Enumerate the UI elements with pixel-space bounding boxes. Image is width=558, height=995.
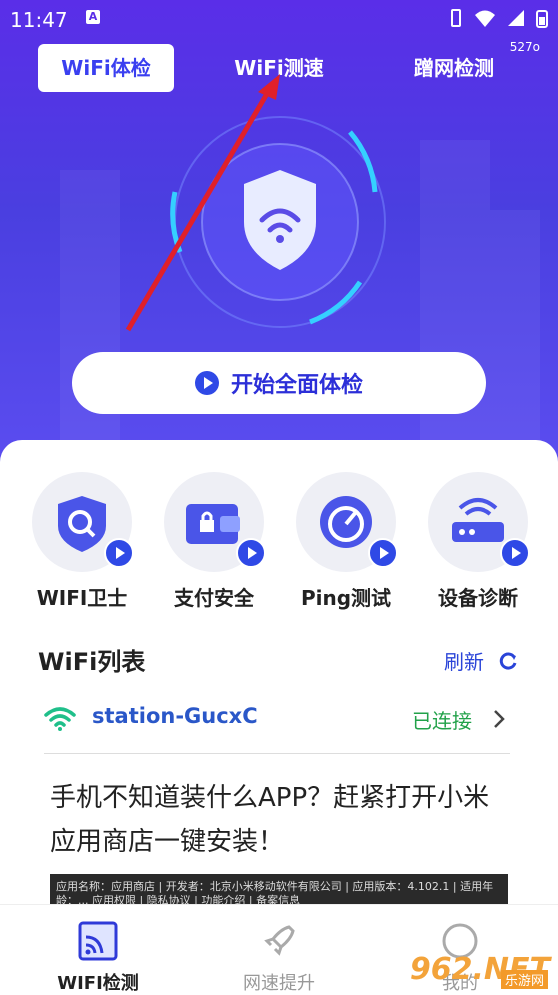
feature-icon-circle (296, 472, 398, 572)
feature-icon-circle (32, 472, 134, 572)
feature-device-diagnose[interactable]: 设备诊断 (418, 472, 538, 611)
wifi-screen-icon (78, 921, 118, 961)
rocket-icon (264, 925, 295, 956)
refresh-label: 刷新 (444, 650, 484, 674)
ad-headline[interactable]: 手机不知道装什么APP？赶紧打开小米应用商店一键安装！ (50, 776, 510, 864)
refresh-button[interactable]: 刷新 (444, 646, 518, 675)
nav-wifi-check[interactable]: WIFI检测 (28, 921, 168, 995)
play-icon (236, 538, 266, 568)
feature-ping-test[interactable]: Ping测试 (286, 472, 406, 611)
feature-label: WIFI卫士 (36, 586, 128, 610)
start-full-check-button[interactable]: 开始全面体检 (72, 352, 486, 414)
feature-icon-circle (428, 472, 530, 572)
divider (44, 753, 510, 754)
feature-label: Ping测试 (300, 586, 392, 610)
feature-label: 支付安全 (174, 586, 254, 610)
hero-banner: 11:47 A 527o WiFi体检 WiFi测速 蹭网检测 开始全面体检 (0, 0, 558, 470)
chevron-right-icon (494, 710, 505, 728)
play-icon (104, 538, 134, 568)
nav-speed-boost[interactable]: 网速提升 (209, 921, 349, 995)
wifi-status: 已连接 (412, 709, 472, 733)
refresh-icon (499, 652, 517, 670)
wifi-list-title: WiFi列表 (38, 648, 146, 676)
nav-label: 网速提升 (243, 973, 315, 994)
wifi-ssid: station-GucxC (92, 704, 258, 728)
play-icon (368, 538, 398, 568)
wifi-list-item[interactable]: station-GucxC 已连接 (44, 696, 514, 752)
play-icon (194, 371, 219, 395)
nav-label: WIFI检测 (57, 973, 139, 994)
feature-wifi-guard[interactable]: WIFI卫士 (22, 472, 142, 611)
bottom-nav: WIFI检测 网速提升 我的 962.NET 乐游网 (0, 904, 558, 995)
watermark-sub: 乐游网 (500, 970, 548, 989)
wifi-icon (44, 707, 76, 731)
feature-label: 设备诊断 (438, 586, 518, 610)
start-button-label: 开始全面体检 (230, 373, 363, 398)
feature-payment-security[interactable]: 支付安全 (154, 472, 274, 611)
feature-icon-circle (164, 472, 266, 572)
play-icon (500, 538, 530, 568)
